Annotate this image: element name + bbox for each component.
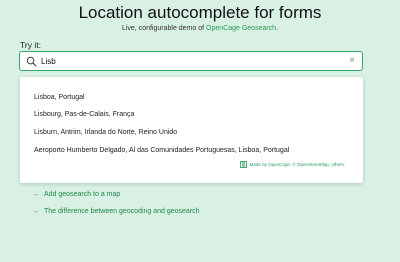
subtitle-text: Live, configurable demo of	[121, 25, 207, 32]
result-item[interactable]: Lisbourg, Pas-de-Calais, França	[34, 111, 134, 118]
try-it-label: Try it:	[20, 40, 41, 50]
opencage-logo-icon	[239, 161, 247, 168]
attribution-text[interactable]: Made by OpenCage. © OpenStreetMap, other…	[250, 162, 345, 167]
search-icon	[26, 56, 37, 67]
attribution: Made by OpenCage. © OpenStreetMap, other…	[239, 161, 345, 168]
page-title: Location autocomplete for forms	[78, 3, 322, 22]
page-subtitle: Live, configurable demo of OpenCage Geos…	[0, 25, 400, 32]
search-input[interactable]	[41, 54, 341, 69]
link-geocoding-vs-geosearch[interactable]: → The difference between geocoding and g…	[32, 208, 200, 215]
link-label: Add geosearch to a map	[44, 191, 121, 198]
autocomplete-dropdown: Lisboa, Portugal Lisbourg, Pas-de-Calais…	[20, 77, 363, 183]
clear-icon[interactable]: ×	[349, 55, 355, 67]
link-label: The difference between geocoding and geo…	[44, 208, 200, 215]
arrow-right-icon: →	[32, 208, 39, 215]
page: Location autocomplete for forms Live, co…	[0, 0, 400, 262]
opencage-geosearch-link[interactable]: OpenCage Geosearch	[206, 25, 276, 32]
result-item[interactable]: Lisboa, Portugal	[34, 94, 85, 101]
result-item[interactable]: Aeroporto Humberto Delgado, Al das Comun…	[34, 147, 289, 154]
subtitle-suffix: .	[276, 25, 279, 32]
result-item[interactable]: Lisburn, Antrim, Irlanda do Norte, Reino…	[34, 129, 177, 136]
arrow-right-icon: →	[32, 191, 39, 198]
link-add-geosearch[interactable]: → Add geosearch to a map	[32, 191, 120, 198]
search-box[interactable]: ×	[19, 51, 363, 71]
